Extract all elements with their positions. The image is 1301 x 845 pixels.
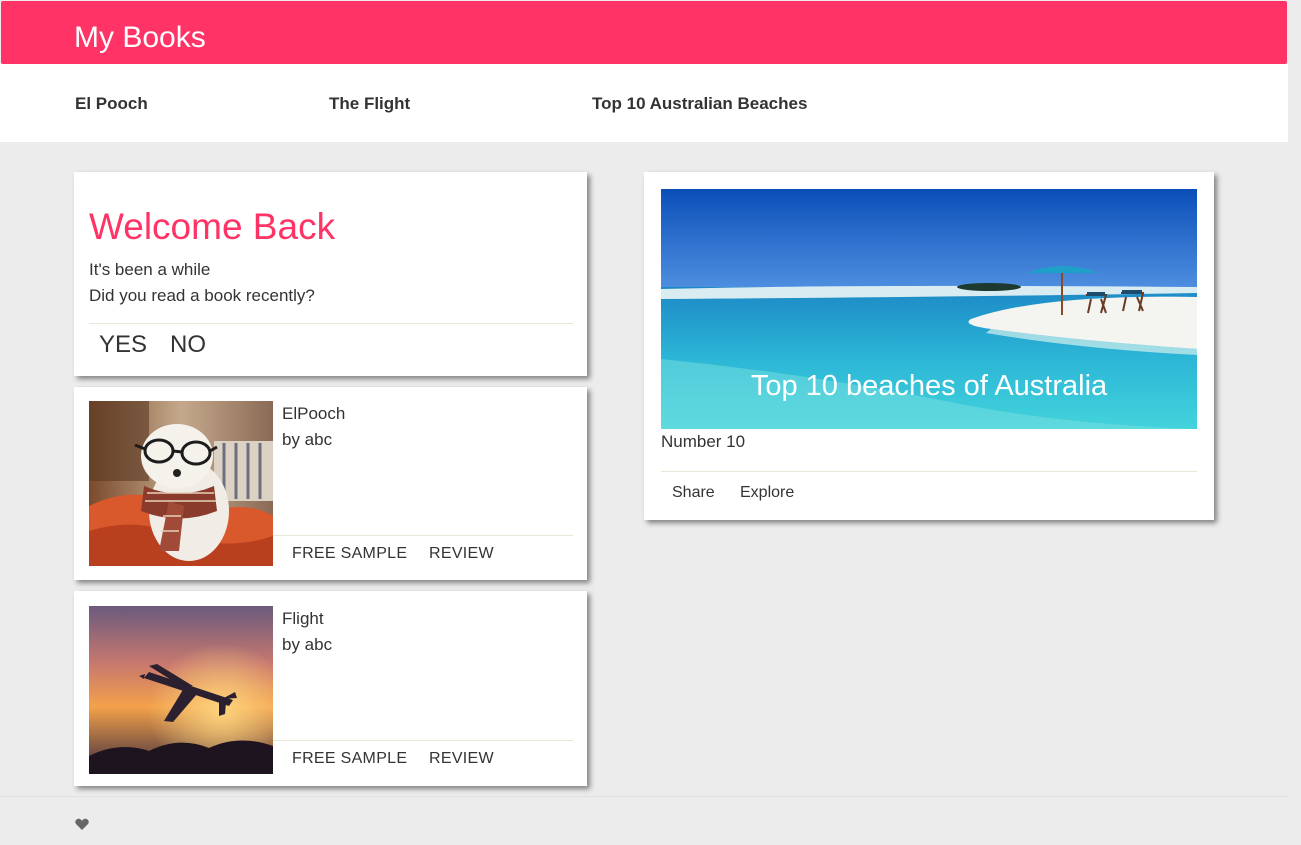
divider [273, 740, 573, 741]
app-header: My Books [1, 1, 1287, 64]
divider [273, 535, 573, 536]
book-card-el-pooch: ElPooch by abc FREE SAMPLE REVIEW [74, 387, 587, 580]
book-author: by abc [282, 635, 333, 654]
heart-icon [75, 818, 89, 830]
welcome-question: Did you read a book recently? [89, 286, 315, 305]
book-cover-plane-image [89, 606, 273, 774]
feature-card-beaches: Top 10 beaches of Australia Number 10 Sh… [644, 172, 1214, 520]
welcome-card: Welcome Back It's been a while Did you r… [74, 172, 587, 376]
book-title: ElPooch [282, 404, 346, 423]
book-title: Flight [282, 609, 324, 628]
feature-subtitle: Number 10 [661, 432, 746, 451]
book-cover-dog-image [89, 401, 273, 566]
divider [89, 323, 573, 324]
welcome-title: Welcome Back [89, 206, 336, 247]
review-button[interactable]: REVIEW [429, 749, 494, 769]
nav-item-australian-beaches[interactable]: Top 10 Australian Beaches [592, 93, 807, 115]
review-button[interactable]: REVIEW [429, 544, 494, 564]
nav-item-the-flight[interactable]: The Flight [329, 93, 410, 115]
book-nav: El Pooch The Flight Top 10 Australian Be… [0, 64, 1288, 142]
welcome-message: It's been a while [89, 260, 211, 279]
hero-caption: Top 10 beaches of Australia [750, 370, 1108, 402]
free-sample-button[interactable]: FREE SAMPLE [292, 544, 407, 564]
footer [0, 796, 1288, 845]
free-sample-button[interactable]: FREE SAMPLE [292, 749, 407, 769]
share-button[interactable]: Share [672, 483, 715, 503]
book-author: by abc [282, 430, 333, 449]
book-card-flight: Flight by abc FREE SAMPLE REVIEW [74, 591, 587, 786]
no-button[interactable]: NO [170, 330, 206, 360]
app-title: My Books [74, 21, 206, 54]
divider [661, 471, 1197, 472]
yes-button[interactable]: YES [99, 330, 147, 360]
nav-item-el-pooch[interactable]: El Pooch [75, 93, 148, 115]
explore-button[interactable]: Explore [740, 483, 794, 503]
beach-hero-image: Top 10 beaches of Australia [661, 189, 1197, 429]
